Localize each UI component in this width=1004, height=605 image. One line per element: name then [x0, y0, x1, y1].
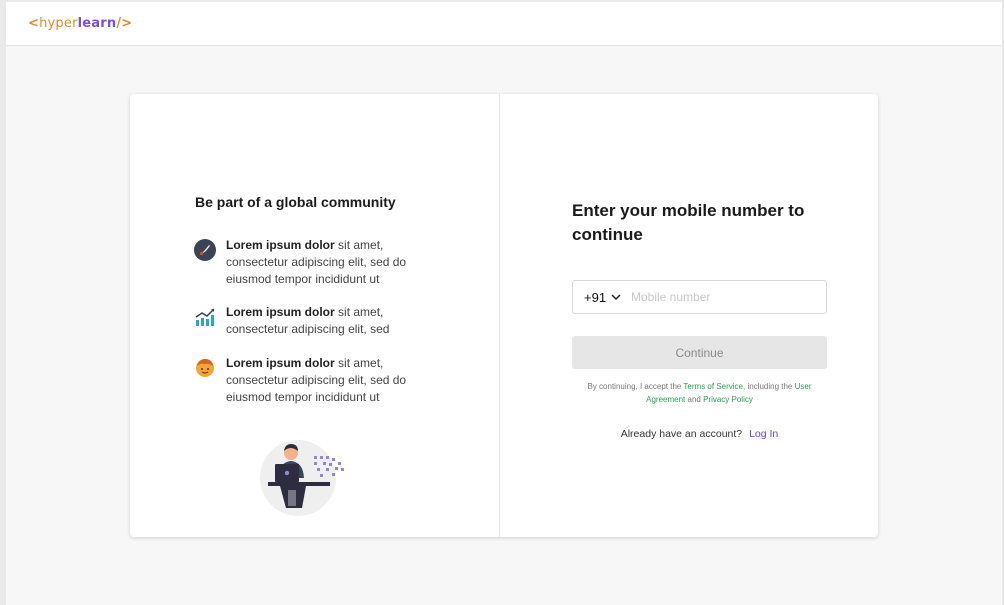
feature-item: Lorem ipsum dolor sit amet, consectetur …	[194, 304, 436, 338]
top-navbar: < hyper learn />	[6, 2, 1002, 46]
phone-number-field: +91	[572, 280, 827, 314]
logo-learn-text: learn	[77, 16, 117, 31]
continue-button[interactable]: Continue	[572, 336, 827, 369]
terms-mid2: and	[685, 395, 704, 404]
feature-item: Lorem ipsum dolor sit amet, consectetur …	[194, 237, 436, 288]
hyperlearn-logo[interactable]: < hyper learn />	[28, 16, 132, 31]
terms-mid1: , including the	[743, 382, 795, 391]
feature-bold: Lorem ipsum dolor	[226, 305, 335, 319]
terms-of-service-link[interactable]: Terms of Service	[683, 382, 743, 391]
rocket-icon	[194, 239, 216, 261]
log-in-link[interactable]: Log In	[749, 428, 778, 440]
chevron-down-icon	[611, 293, 621, 300]
login-panel: Enter your mobile number to continue +91…	[500, 94, 878, 537]
privacy-policy-link[interactable]: Privacy Policy	[703, 395, 753, 404]
signup-card: Be part of a global community Lorem ipsu…	[130, 94, 878, 537]
person-at-laptop-illustration	[258, 438, 350, 518]
mobile-number-input[interactable]	[631, 283, 826, 311]
terms-notice: By continuing, I accept the Terms of Ser…	[572, 380, 827, 406]
logo-close-bracket: />	[116, 16, 133, 31]
feature-text: Lorem ipsum dolor sit amet, consectetur …	[226, 355, 436, 406]
feature-text: Lorem ipsum dolor sit amet, consectetur …	[226, 304, 436, 338]
feature-item: Lorem ipsum dolor sit amet, consectetur …	[194, 355, 436, 406]
logo-open-bracket: <	[28, 16, 40, 31]
existing-account-prompt: Already have an account? Log In	[572, 428, 827, 440]
community-panel: Be part of a global community Lorem ipsu…	[130, 94, 500, 537]
already-have-account-text: Already have an account?	[620, 428, 743, 440]
logo-hyper-text: hyper	[39, 16, 78, 31]
mobile-number-heading: Enter your mobile number to continue	[572, 201, 805, 244]
feature-bold: Lorem ipsum dolor	[226, 356, 335, 370]
community-title: Be part of a global community	[195, 194, 396, 210]
country-code-value: +91	[584, 289, 607, 305]
terms-prefix: By continuing, I accept the	[587, 382, 684, 391]
person-emoji-icon	[194, 357, 216, 379]
app-frame: < hyper learn /> Be part of a global com…	[6, 2, 1002, 605]
feature-text: Lorem ipsum dolor sit amet, consectetur …	[226, 237, 436, 288]
growth-chart-icon	[194, 306, 216, 328]
country-code-select[interactable]: +91	[573, 290, 631, 305]
feature-bold: Lorem ipsum dolor	[226, 238, 335, 252]
